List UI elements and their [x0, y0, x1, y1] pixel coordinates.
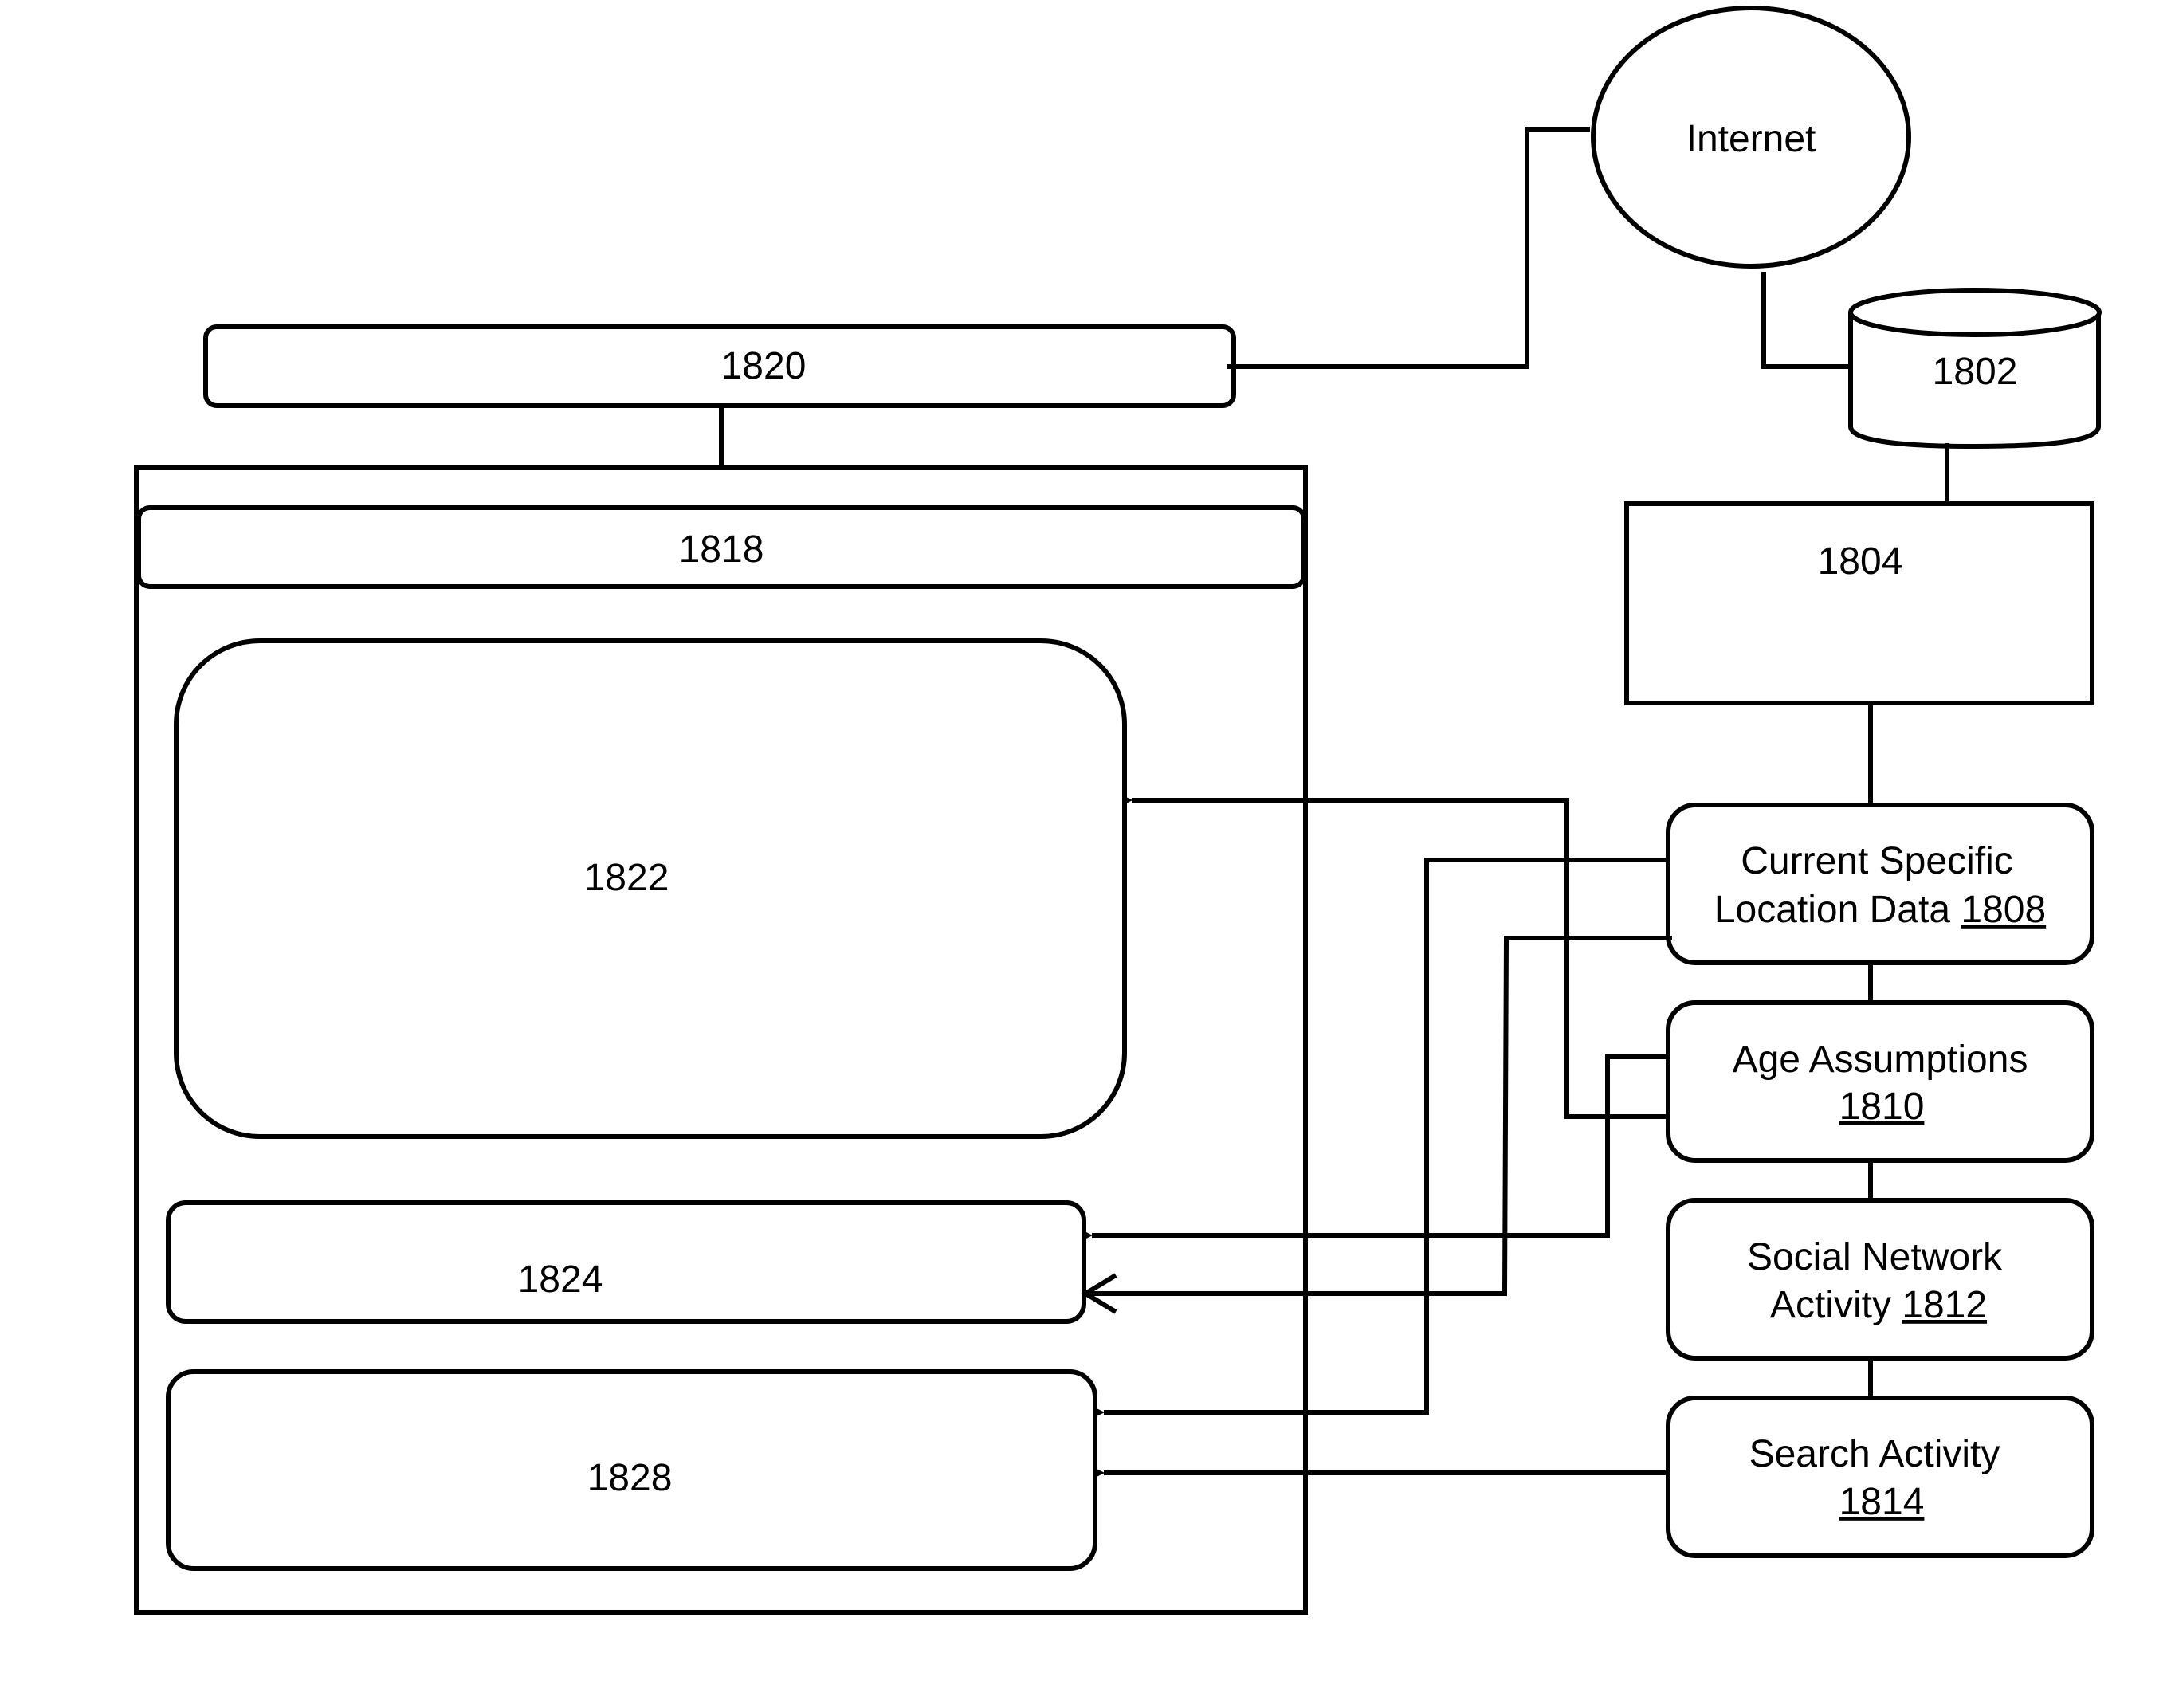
- age-assumptions-line1: Age Assumptions: [1733, 1039, 2028, 1081]
- data-source-social: Social Network Activity 1812: [1666, 1198, 2094, 1361]
- social-network-line2: Activity 1812: [1770, 1284, 1987, 1326]
- location-data-line1: Current Specific: [1741, 840, 2012, 882]
- location-data-line2: Location Data 1808: [1714, 889, 2046, 931]
- panel-bottom-label: 1828: [587, 1457, 673, 1499]
- search-activity-box: [1666, 1396, 2094, 1558]
- age-assumptions-box: [1666, 1000, 2094, 1163]
- location-data-box: [1666, 803, 2094, 965]
- network-bar-box: [203, 324, 1236, 408]
- search-activity-ref: 1814: [1839, 1481, 1925, 1523]
- database-label: 1802: [1933, 351, 2018, 393]
- data-source-age: Age Assumptions 1810: [1666, 1000, 2094, 1163]
- internet-node: Internet: [1591, 6, 1911, 269]
- connector-internet-1802: [1761, 272, 1851, 369]
- network-bar-node: 1820: [203, 324, 1236, 408]
- connector-1820-internet: [1227, 127, 1590, 369]
- server-node: 1804: [1624, 501, 2094, 705]
- database-node: 1802: [1848, 288, 2102, 450]
- social-network-box: [1666, 1198, 2094, 1361]
- panel-middle-box: [166, 1200, 1086, 1324]
- search-activity-line1: Search Activity: [1749, 1433, 2000, 1475]
- internet-label: Internet: [1686, 118, 1816, 160]
- device-frame: 1818 1822 1824 1828: [134, 465, 1308, 1615]
- panel-middle-label: 1824: [518, 1258, 603, 1301]
- server-label: 1804: [1818, 540, 1903, 583]
- database-top: [1848, 288, 2102, 337]
- data-source-location: Current Specific Location Data 1808: [1666, 803, 2094, 965]
- network-bar-label: 1820: [721, 345, 807, 387]
- server-box: [1624, 501, 2094, 705]
- age-assumptions-ref: 1810: [1839, 1086, 1925, 1128]
- social-network-line1: Social Network: [1747, 1236, 2003, 1278]
- device-header-label: 1818: [679, 528, 764, 571]
- diagram-canvas: Internet 1802 1804 1820 1818 1822 1824 1…: [134, 6, 2102, 1615]
- panel-main-label: 1822: [584, 857, 669, 899]
- data-source-search: Search Activity 1814: [1666, 1396, 2094, 1558]
